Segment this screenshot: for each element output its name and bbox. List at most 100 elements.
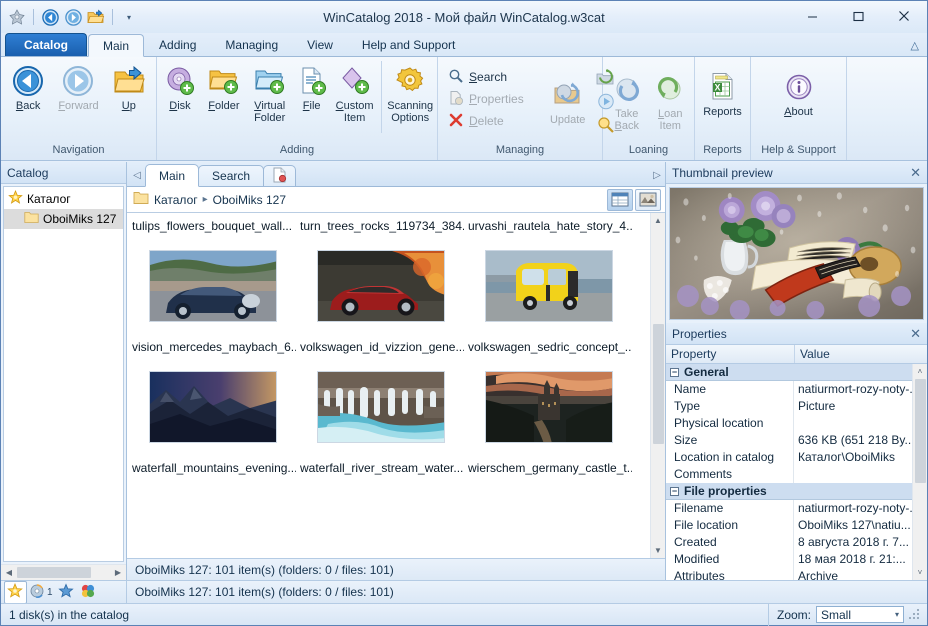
ribbon-button-about[interactable]: About <box>771 67 827 122</box>
ribbon-button-reports[interactable]: X Reports <box>697 67 748 122</box>
ribbon-collapse-icon[interactable]: △ <box>911 39 919 52</box>
thumbnail-item[interactable]: wierschem_germany_castle_t... <box>465 459 633 478</box>
thumbnail-item[interactable]: volkswagen_sedric_concept_... <box>465 338 633 459</box>
grid-scroll-up-arrow[interactable]: ▲ <box>650 213 665 228</box>
properties-scroll-down-arrow[interactable]: ˅ <box>912 565 927 580</box>
thumbnail-preview-close-icon[interactable]: ✕ <box>910 166 921 179</box>
forward-icon[interactable] <box>63 7 83 27</box>
content-tab-main[interactable]: Main <box>145 164 200 187</box>
ribbon-button-up[interactable]: Up <box>104 61 154 116</box>
content-tab-report[interactable] <box>263 165 297 186</box>
ribbon-button-back-label: Back <box>15 100 41 112</box>
tab-catalog[interactable]: Catalog <box>5 33 88 56</box>
ribbon-button-file[interactable]: File <box>293 61 331 116</box>
properties-group-general[interactable]: − General <box>666 364 912 381</box>
details-view-button[interactable] <box>607 188 633 211</box>
chevron-down-icon[interactable]: ▾ <box>895 610 899 619</box>
view-tab-catalog[interactable] <box>4 580 27 604</box>
ribbon-button-loan-item[interactable]: Loan Item <box>649 69 693 136</box>
tab-help-and-support[interactable]: Help and Support <box>348 34 469 56</box>
ribbon-button-back[interactable]: Back <box>3 61 53 116</box>
thumbnail-item[interactable]: urvashi_rautela_hate_story_4... <box>465 217 633 338</box>
view-tab-favorites[interactable] <box>56 582 77 603</box>
thumbnail-view-button[interactable] <box>635 188 661 211</box>
thumbnail-item[interactable]: tulips_flowers_bouquet_wall... <box>129 217 297 338</box>
ribbon-button-update[interactable]: Update <box>540 67 596 130</box>
add-custom-item-icon <box>340 65 370 97</box>
property-row[interactable]: Location in catalog Каталог\OboiMiks <box>666 449 912 466</box>
grid-scroll-down-arrow[interactable]: ▼ <box>650 543 665 558</box>
tree-node-oboimiks-127[interactable]: OboiMiks 127 <box>4 209 123 229</box>
property-row[interactable]: Type Picture <box>666 398 912 415</box>
hscroll-right-arrow[interactable]: ▶ <box>110 565 126 580</box>
content-tab-search[interactable]: Search <box>198 165 265 186</box>
tree-node-katalog[interactable]: Каталог <box>4 189 123 209</box>
tab-view[interactable]: View <box>293 34 347 56</box>
view-tab-disks[interactable]: 1 <box>28 582 55 603</box>
breadcrumb-item-oboimiks-127[interactable]: OboiMiks 127 <box>213 193 286 207</box>
thumbnail-item[interactable]: turn_trees_rocks_119734_384... <box>297 217 465 338</box>
resize-grip[interactable] <box>909 608 921 621</box>
ribbon-button-custom-item[interactable]: Custom Item <box>331 61 379 128</box>
minimize-button[interactable] <box>789 1 835 31</box>
ribbon: Back Forward Up Navigation Disk Folder V… <box>1 57 927 161</box>
property-row[interactable]: Filename natiurmort-rozy-noty-... <box>666 500 912 517</box>
collapse-general-icon[interactable]: − <box>670 367 679 377</box>
content-tab-scroll-left[interactable]: ◁ <box>129 164 145 186</box>
properties-group-file-properties[interactable]: − File properties <box>666 483 912 500</box>
property-row[interactable]: Attributes Archive <box>666 568 912 580</box>
hscroll-left-arrow[interactable]: ◀ <box>1 565 17 580</box>
catalog-tree-hscrollbar[interactable]: ◀ ▶ <box>1 564 126 580</box>
property-row[interactable]: Comments <box>666 466 912 483</box>
ribbon-button-scanning-options[interactable]: Scanning Options <box>385 61 435 128</box>
collapse-file-properties-icon[interactable]: − <box>670 486 679 496</box>
catalog-star-icon <box>7 582 23 602</box>
property-row[interactable]: Created 8 августа 2018 г. 7... <box>666 534 912 551</box>
content-pane: ◁ Main Search ▷ Каталог ▸ OboiMiks 127 t… <box>127 162 665 580</box>
back-icon[interactable] <box>40 7 60 27</box>
content-tab-scroll-right[interactable]: ▷ <box>649 164 665 186</box>
thumbnail-grid: tulips_flowers_bouquet_wall... turn_tree… <box>127 213 650 558</box>
ribbon-button-folder[interactable]: Folder <box>201 61 247 116</box>
open-folder-icon[interactable] <box>86 7 106 27</box>
tab-adding[interactable]: Adding <box>145 34 210 56</box>
properties-scroll-up-arrow[interactable]: ˄ <box>912 364 927 379</box>
wincatalog-icon[interactable] <box>7 7 27 27</box>
thumbnail-item[interactable]: vision_mercedes_maybach_6... <box>129 338 297 459</box>
maximize-button[interactable] <box>835 1 881 31</box>
ribbon-button-disk[interactable]: Disk <box>159 61 201 116</box>
ribbon-button-search[interactable]: Search <box>446 66 530 88</box>
property-row[interactable]: Physical location <box>666 415 912 432</box>
ribbon-button-forward[interactable]: Forward <box>53 61 103 116</box>
properties-column-property[interactable]: Property <box>666 345 795 363</box>
ribbon-button-virtual-folder[interactable]: Virtual Folder <box>247 61 293 128</box>
thumbnail-item[interactable]: volkswagen_id_vizzion_gene... <box>297 338 465 459</box>
close-button[interactable] <box>881 1 927 31</box>
property-row[interactable]: File location OboiMiks 127\natiu... <box>666 517 912 534</box>
property-row[interactable]: Name natiurmort-rozy-noty-... <box>666 381 912 398</box>
properties-scrollbar[interactable]: ˄ ˅ <box>912 364 927 580</box>
customize-qat-button[interactable]: ▾ <box>119 7 139 27</box>
property-row[interactable]: Size 636 KB (651 218 By... <box>666 432 912 449</box>
tab-managing[interactable]: Managing <box>211 34 292 56</box>
property-row[interactable]: Modified 18 мая 2018 г. 21:... <box>666 551 912 568</box>
grid-scroll-thumb[interactable] <box>652 324 664 444</box>
thumbnail-item[interactable]: waterfall_river_stream_water... <box>297 459 465 478</box>
grid-vertical-scrollbar[interactable]: ▲ ▼ <box>650 213 665 558</box>
thumbnail-item[interactable]: waterfall_mountains_evening... <box>129 459 297 478</box>
hscroll-thumb[interactable] <box>17 567 91 578</box>
ribbon-group-loaning-label: Loaning <box>628 144 669 157</box>
breadcrumb-item-katalog[interactable]: Каталог <box>154 193 198 207</box>
catalog-tree[interactable]: Каталог OboiMiks 127 <box>3 186 124 562</box>
ribbon-group-managing: Search Properties Delete Update Managing <box>438 57 614 160</box>
zoom-select[interactable]: Small ▾ <box>816 606 904 623</box>
properties-column-value[interactable]: Value <box>795 345 927 363</box>
ribbon-button-properties[interactable]: Properties <box>446 88 530 110</box>
ribbon-button-take-back[interactable]: Take Back <box>605 69 649 136</box>
tab-main[interactable]: Main <box>88 34 145 57</box>
thumbnail-preview-title: Thumbnail preview <box>672 165 773 180</box>
properties-scroll-thumb[interactable] <box>914 379 926 483</box>
properties-close-icon[interactable]: ✕ <box>910 327 921 340</box>
ribbon-button-delete[interactable]: Delete <box>446 110 530 132</box>
view-tab-groups[interactable] <box>78 582 99 603</box>
